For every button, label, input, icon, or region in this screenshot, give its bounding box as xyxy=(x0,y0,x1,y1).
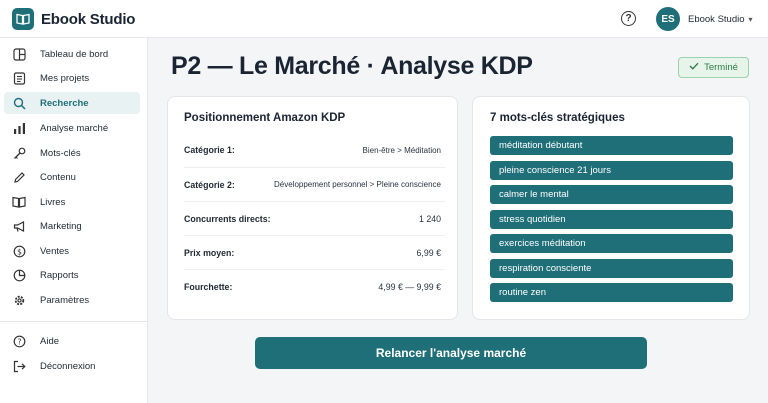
row-value: 4,99 € — 9,99 € xyxy=(378,281,441,292)
megaphone-icon xyxy=(12,219,26,233)
sidebar-item-projects[interactable]: Mes projets xyxy=(4,67,140,89)
sidebar-item-label: Recherche xyxy=(40,97,89,109)
sidebar-item-label: Marketing xyxy=(40,220,82,232)
rerun-analysis-button[interactable]: Relancer l'analyse marché xyxy=(255,337,647,369)
sidebar-item-label: Ventes xyxy=(40,245,70,257)
keyword-pill[interactable]: respiration consciente xyxy=(490,259,733,278)
row-label: Prix moyen: xyxy=(184,247,235,258)
row-label: Fourchette: xyxy=(184,281,233,292)
app-name: Ebook Studio xyxy=(41,10,136,28)
keyword-pill[interactable]: pleine conscience 21 jours xyxy=(490,161,733,180)
keyword-pill[interactable]: stress quotidien xyxy=(490,210,733,229)
sidebar-item-content[interactable]: Contenu xyxy=(4,166,140,188)
search-icon xyxy=(12,96,26,110)
sidebar-item-label: Analyse marché xyxy=(40,122,109,134)
sidebar-item-label: Aide xyxy=(40,335,60,347)
keyword-pill[interactable]: routine zen xyxy=(490,283,733,302)
status-text: Terminé xyxy=(704,62,738,73)
positioning-title: Positionnement Amazon KDP xyxy=(184,112,346,124)
positioning-row: Prix moyen: 6,99 € xyxy=(184,235,445,269)
sidebar-item-logout[interactable]: Déconnexion xyxy=(4,355,140,377)
sidebar-item-label: Rapports xyxy=(40,269,79,281)
keywords-title: 7 mots-clés stratégiques xyxy=(490,112,625,124)
positioning-row: Catégorie 2: Développement personnel > P… xyxy=(184,167,445,201)
keyword-pill[interactable]: exercices méditation xyxy=(490,234,733,253)
sidebar-item-label: Tableau de bord xyxy=(40,48,109,60)
sidebar-item-keywords[interactable]: Mots-clés xyxy=(4,142,140,164)
keywords-card: 7 mots-clés stratégiques méditation débu… xyxy=(472,96,750,320)
sidebar-item-books[interactable]: Livres xyxy=(4,191,140,213)
pencil-icon xyxy=(12,170,26,184)
top-bar: Ebook Studio ? ES Ebook Studio ▾ xyxy=(0,0,768,38)
keyword-pill[interactable]: calmer le mental xyxy=(490,185,733,204)
row-value: 1 240 xyxy=(418,213,441,224)
sidebar: Tableau de bord Mes projets Recherche An… xyxy=(0,38,148,403)
row-value: Bien-être > Méditation xyxy=(362,145,442,155)
help-button[interactable]: ? xyxy=(621,11,636,26)
avatar: ES xyxy=(656,7,680,31)
sidebar-item-label: Paramètres xyxy=(40,294,90,306)
projects-icon xyxy=(12,71,26,85)
help-icon: ? xyxy=(12,334,26,348)
sidebar-divider xyxy=(0,321,147,322)
sidebar-item-label: Mes projets xyxy=(40,72,90,84)
book-logo-icon xyxy=(12,8,34,30)
sidebar-item-help[interactable]: ? Aide xyxy=(4,330,140,352)
sidebar-item-label: Contenu xyxy=(40,171,76,183)
user-menu[interactable]: ES Ebook Studio ▾ xyxy=(656,7,753,31)
row-label: Catégorie 1: xyxy=(184,145,235,155)
key-icon xyxy=(12,146,26,160)
keyword-pill[interactable]: méditation débutant xyxy=(490,136,733,155)
bar-chart-icon xyxy=(12,121,26,135)
pie-chart-icon xyxy=(12,268,26,282)
chevron-down-icon: ▾ xyxy=(748,14,753,24)
app-logo[interactable]: Ebook Studio xyxy=(12,8,135,30)
sidebar-item-market-analysis[interactable]: Analyse marché xyxy=(4,117,140,139)
page-title: P2 — Le Marché · Analyse KDP xyxy=(171,52,533,80)
gear-icon xyxy=(12,293,26,307)
row-label: Concurrents directs: xyxy=(184,213,271,224)
row-value: Développement personnel > Pleine conscie… xyxy=(274,180,441,189)
positioning-row: Fourchette: 4,99 € — 9,99 € xyxy=(184,269,445,303)
check-icon xyxy=(689,62,699,73)
logout-icon xyxy=(12,359,26,373)
row-value: 6,99 € xyxy=(416,247,441,258)
sidebar-item-label: Livres xyxy=(40,196,66,208)
sidebar-item-settings[interactable]: Paramètres xyxy=(4,289,140,311)
sidebar-item-sales[interactable]: $ Ventes xyxy=(4,240,140,262)
sidebar-item-label: Mots-clés xyxy=(40,147,81,159)
positioning-row: Concurrents directs: 1 240 xyxy=(184,201,445,235)
sidebar-item-reports[interactable]: Rapports xyxy=(4,264,140,286)
book-icon xyxy=(12,195,26,209)
positioning-row: Catégorie 1: Bien-être > Méditation xyxy=(184,133,445,167)
sidebar-item-label: Déconnexion xyxy=(40,360,96,372)
sidebar-item-search[interactable]: Recherche xyxy=(4,92,140,114)
dashboard-icon xyxy=(12,47,26,61)
row-label: Catégorie 2: xyxy=(184,179,235,190)
sidebar-item-dashboard[interactable]: Tableau de bord xyxy=(4,43,140,65)
user-name: Ebook Studio xyxy=(688,13,745,25)
dollar-icon: $ xyxy=(12,244,26,258)
svg-text:?: ? xyxy=(17,337,21,346)
svg-text:$: $ xyxy=(17,247,22,256)
status-badge: Terminé xyxy=(678,57,749,78)
positioning-card: Positionnement Amazon KDP Catégorie 1: B… xyxy=(167,96,458,320)
sidebar-item-marketing[interactable]: Marketing xyxy=(4,215,140,237)
